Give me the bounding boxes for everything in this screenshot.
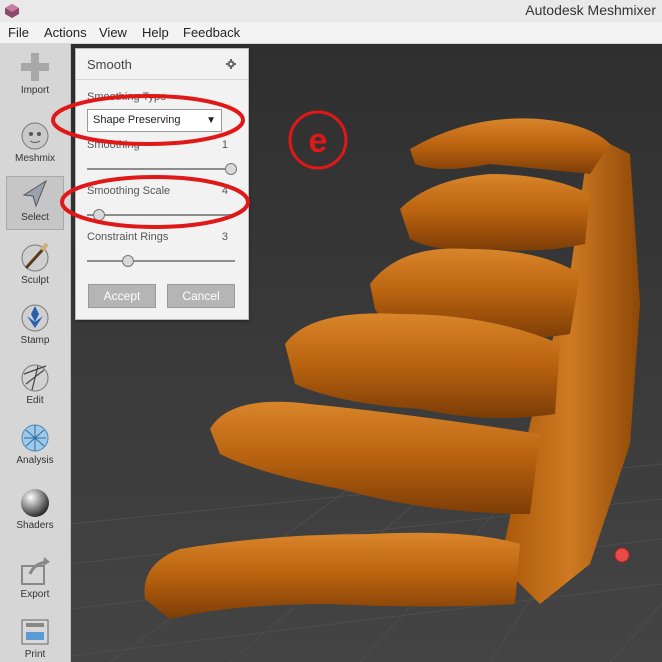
accept-button[interactable]: Accept bbox=[88, 284, 156, 308]
dropdown-arrow-icon: ▼ bbox=[206, 115, 216, 126]
shader-sphere-icon bbox=[21, 489, 49, 517]
smoothing-slider[interactable] bbox=[87, 163, 237, 175]
title-bar: Autodesk Meshmixer bbox=[0, 0, 662, 23]
pivot-sphere bbox=[614, 547, 630, 563]
smoothing-value: 1 bbox=[221, 139, 228, 151]
export-icon bbox=[21, 557, 50, 585]
window-title: Autodesk Meshmixer bbox=[525, 2, 656, 18]
printer-icon bbox=[21, 619, 49, 645]
plus-icon bbox=[21, 53, 49, 81]
smoothing-scale-slider-thumb[interactable] bbox=[92, 209, 105, 221]
constraint-rings-slider[interactable] bbox=[87, 255, 235, 267]
menu-bar: File Actions View Help Feedback bbox=[0, 22, 662, 44]
menu-feedback[interactable]: Feedback bbox=[183, 25, 240, 40]
smoothing-type-select[interactable]: Shape Preserving ▼ bbox=[87, 109, 222, 132]
import-button[interactable]: Import bbox=[6, 50, 64, 96]
menu-actions[interactable]: Actions bbox=[44, 25, 87, 40]
panel-title: Smooth bbox=[87, 57, 132, 72]
gear-icon[interactable] bbox=[226, 59, 236, 69]
smoothing-scale-value: 4 bbox=[221, 185, 228, 197]
tool-label: Select bbox=[21, 212, 49, 223]
tool-label: Shaders bbox=[16, 520, 54, 531]
bunny-icon bbox=[21, 122, 49, 150]
tool-label: Analysis bbox=[16, 455, 54, 466]
shaders-button[interactable]: Shaders bbox=[6, 485, 64, 531]
menu-view[interactable]: View bbox=[99, 25, 127, 40]
analysis-button[interactable]: Analysis bbox=[6, 420, 64, 466]
smoothing-type-label: Smoothing Type bbox=[87, 91, 167, 103]
tool-label: Stamp bbox=[20, 335, 50, 346]
menu-file[interactable]: File bbox=[8, 25, 29, 40]
stamp-icon bbox=[21, 304, 49, 332]
constraint-rings-label: Constraint Rings bbox=[87, 231, 169, 243]
print-button[interactable]: Print bbox=[6, 614, 64, 660]
constraint-rings-slider-thumb[interactable] bbox=[121, 255, 134, 267]
smoothing-label: Smoothing bbox=[87, 139, 140, 151]
cursor-arrow-icon bbox=[22, 179, 48, 208]
cancel-button[interactable]: Cancel bbox=[167, 284, 235, 308]
menu-help[interactable]: Help bbox=[142, 25, 169, 40]
smoothing-scale-slider[interactable] bbox=[87, 209, 235, 221]
smoothing-slider-thumb[interactable] bbox=[225, 163, 237, 175]
tool-label: Meshmix bbox=[14, 153, 55, 164]
tool-label: Print bbox=[24, 649, 46, 660]
export-button[interactable]: Export bbox=[6, 554, 64, 600]
select-button[interactable]: Select bbox=[6, 176, 64, 230]
tool-label: Import bbox=[20, 85, 50, 96]
left-toolbar: Import Meshmix Select Sculpt Stamp Edit … bbox=[0, 44, 71, 662]
stamp-button[interactable]: Stamp bbox=[6, 300, 64, 346]
smoothing-scale-label: Smoothing Scale bbox=[87, 185, 171, 197]
analysis-sphere-icon bbox=[21, 424, 49, 452]
meshmixer-logo-icon bbox=[5, 4, 19, 18]
constraint-rings-value: 3 bbox=[221, 231, 228, 243]
edit-sphere-icon bbox=[21, 364, 49, 392]
tool-label: Sculpt bbox=[21, 275, 49, 286]
meshmix-button[interactable]: Meshmix bbox=[6, 118, 64, 164]
tool-label: Export bbox=[20, 589, 50, 600]
smooth-panel: Smooth Smoothing Type Shape Preserving ▼… bbox=[75, 48, 249, 320]
sculpt-button[interactable]: Sculpt bbox=[6, 240, 64, 286]
edit-button[interactable]: Edit bbox=[6, 360, 64, 406]
divider bbox=[76, 79, 248, 80]
brush-icon bbox=[21, 242, 49, 272]
smoothing-type-value: Shape Preserving bbox=[93, 114, 181, 126]
tool-label: Edit bbox=[26, 395, 44, 406]
